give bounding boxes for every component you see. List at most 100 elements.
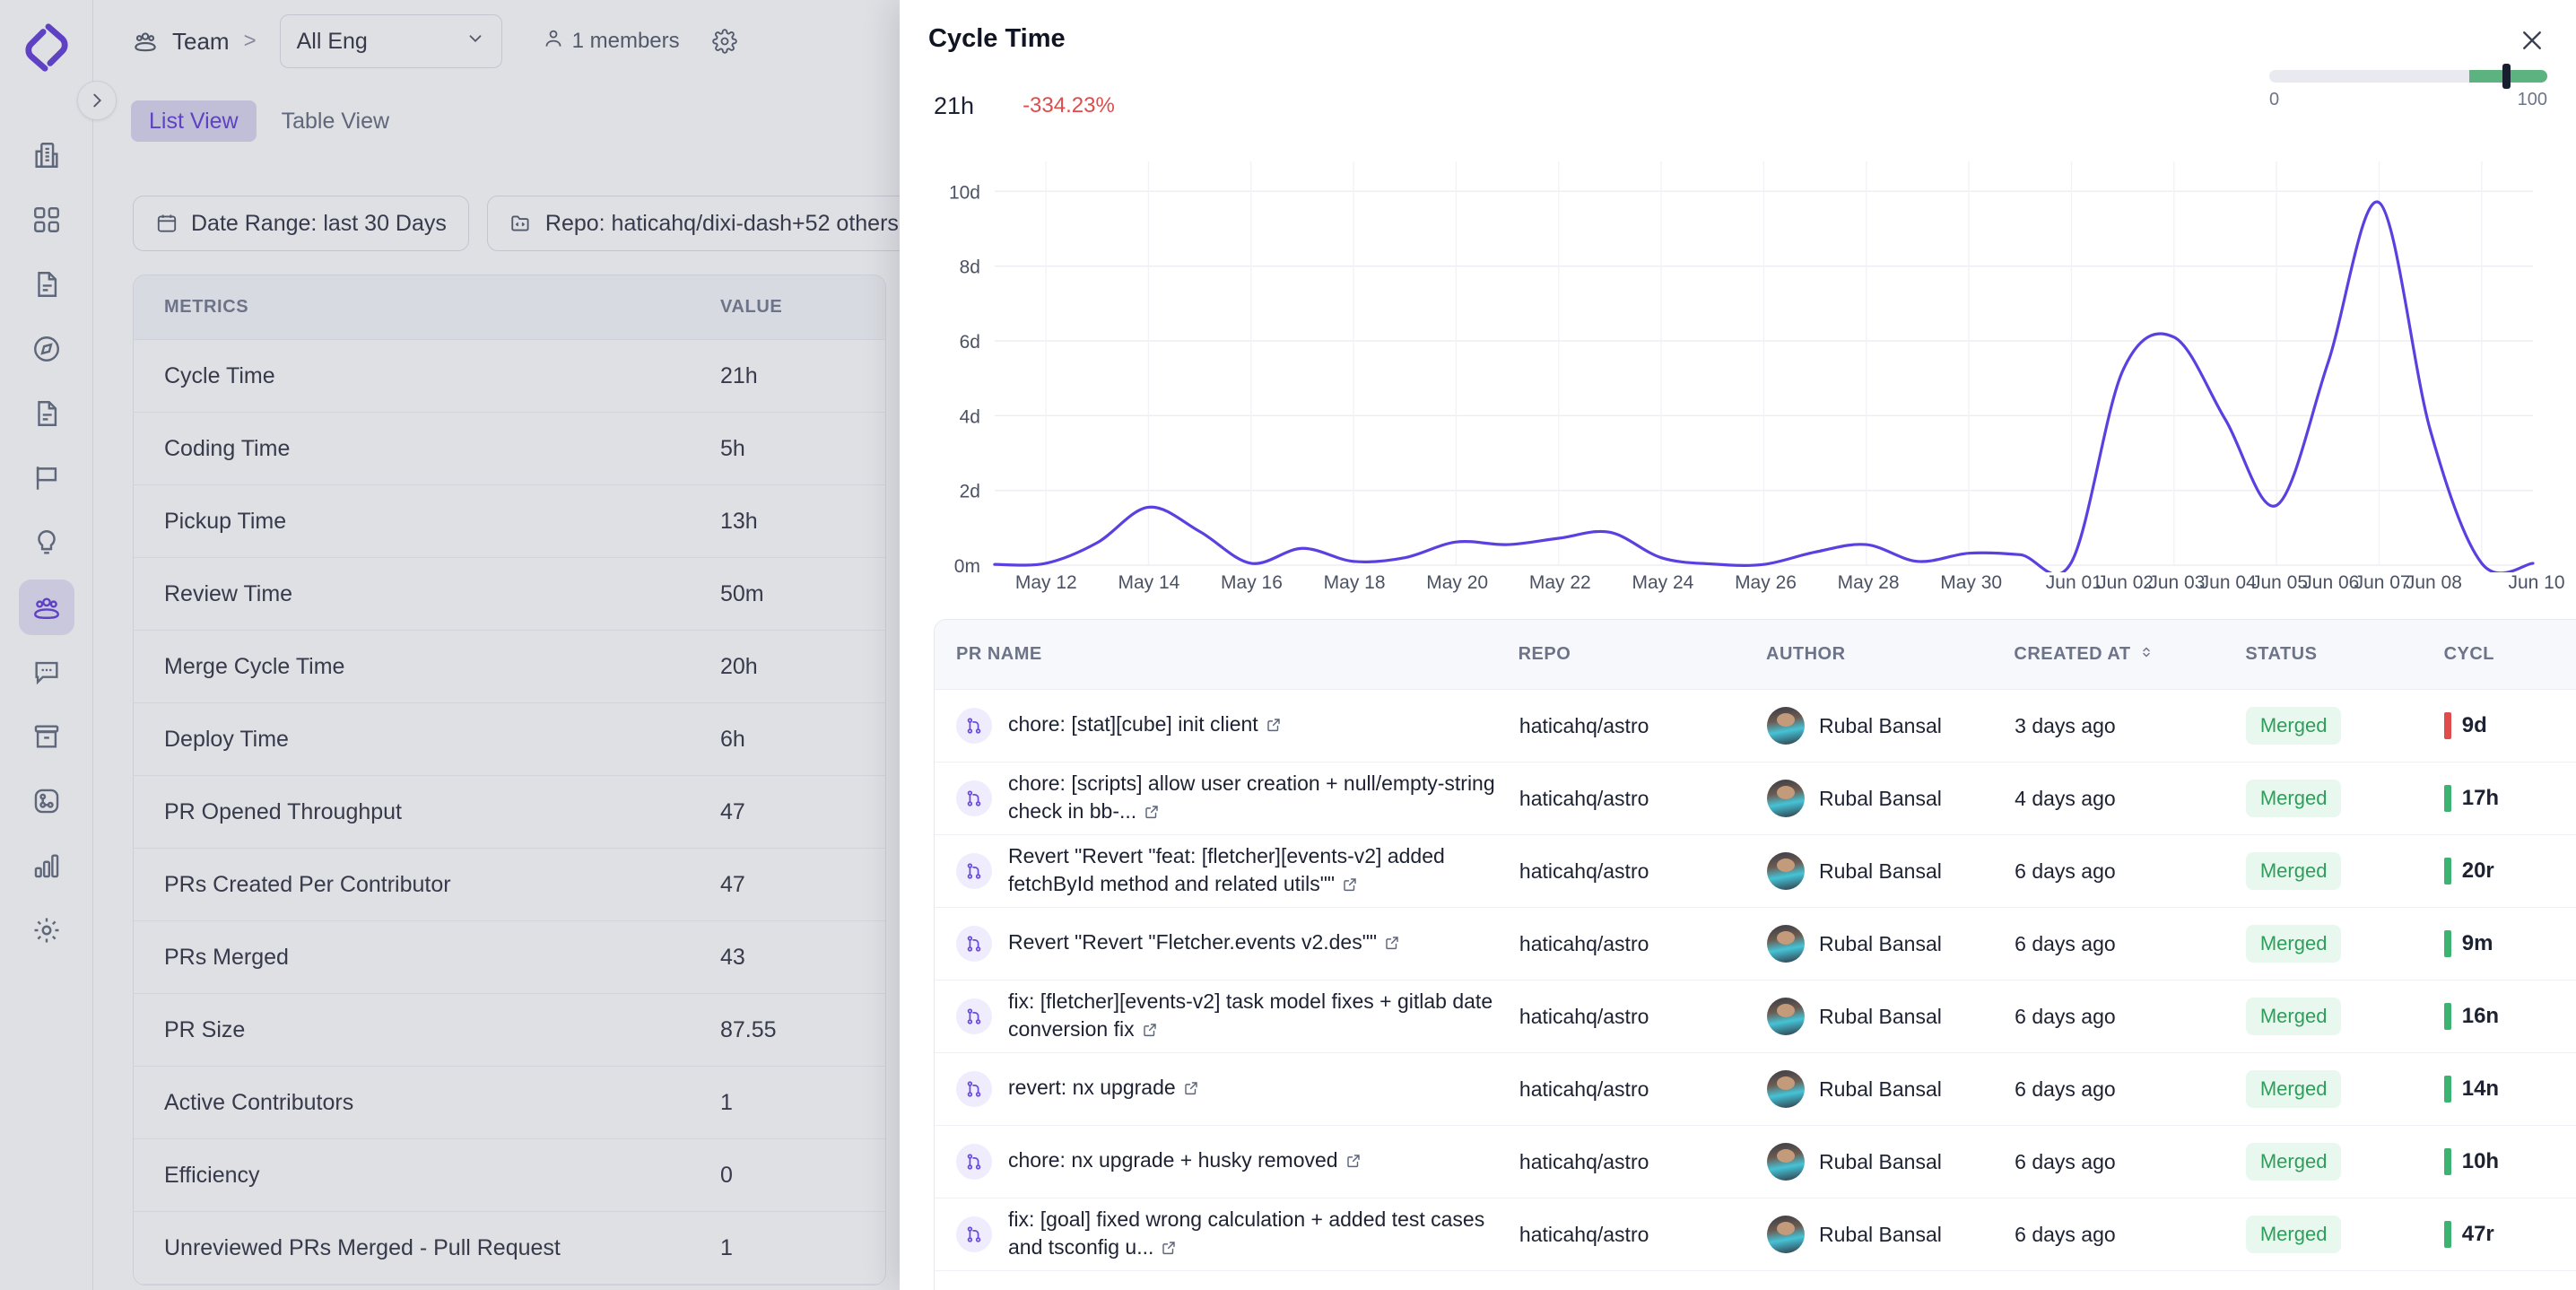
pr-created-at: 6 days ago — [2015, 931, 2116, 955]
pr-title[interactable]: chore: nx upgrade + husky removed — [1008, 1146, 1362, 1176]
sidebar-item-integrations[interactable] — [19, 773, 74, 829]
chart-x-tick-label: May 28 — [1837, 572, 1900, 593]
external-link-icon[interactable] — [1144, 799, 1160, 827]
sidebar-item-archive[interactable] — [19, 709, 74, 764]
chart-x-tick-label: May 24 — [1632, 572, 1694, 593]
metric-row[interactable]: Pickup Time 13h — [134, 485, 885, 558]
pr-title[interactable]: revert: nx upgrade — [1008, 1074, 1199, 1103]
team-selector[interactable]: All Eng — [279, 14, 502, 68]
sidebar-icon-list — [18, 127, 74, 967]
pr-title[interactable]: Revert "Revert "feat: [fletcher][events-… — [1008, 842, 1496, 900]
pr-table-row[interactable]: fix: [fletcher][events-v2] task model fi… — [935, 981, 2576, 1053]
cycle-time-indicator-bar — [2443, 1148, 2451, 1175]
pr-author-name: Rubal Bansal — [1819, 713, 1942, 737]
sidebar-item-compass[interactable] — [19, 321, 74, 377]
metric-name: Coding Time — [164, 435, 291, 461]
metric-row[interactable]: PRs Created Per Contributor 47 — [134, 849, 885, 921]
chart-x-tick-label: Jun 05 — [2250, 572, 2309, 593]
sidebar-item-settings[interactable] — [19, 902, 74, 958]
sidebar-item-chat[interactable] — [19, 644, 74, 700]
sidebar-item-building[interactable] — [19, 127, 74, 183]
tab-list-view[interactable]: List View — [131, 100, 257, 142]
pr-table-row[interactable]: Revert "Revert "feat: [fletcher][events-… — [935, 835, 2576, 908]
pr-table-row[interactable]: chore: [stat][cube] init client haticahq/… — [935, 690, 2576, 763]
sidebar-item-insights[interactable] — [19, 515, 74, 571]
status-badge: Merged — [2245, 780, 2342, 817]
pr-table-row[interactable]: chore: nx upgrade + husky removed haticah… — [935, 1126, 2576, 1198]
pr-header-created[interactable]: CREATED AT — [2014, 644, 2245, 666]
sidebar-collapse-toggle[interactable] — [77, 81, 117, 120]
sidebar-item-document[interactable] — [19, 257, 74, 312]
metric-row[interactable]: Coding Time 5h — [134, 413, 885, 485]
sidebar-item-flag[interactable] — [19, 450, 74, 506]
date-range-filter[interactable]: Date Range: last 30 Days — [133, 196, 469, 251]
pr-created-at: 4 days ago — [2015, 786, 2116, 810]
cycle-time-detail-panel: Cycle Time 21h -334.23% 0 100 0m 2d 4d 6d 8d… — [900, 0, 2576, 1290]
metric-row[interactable]: Deploy Time 6h — [134, 703, 885, 776]
external-link-icon[interactable] — [1342, 872, 1358, 900]
view-tabs: List View Table View — [131, 100, 407, 142]
pr-header-status: STATUS — [2245, 644, 2318, 664]
members-count[interactable]: 1 members — [542, 27, 680, 57]
pr-title[interactable]: chore: [stat][cube] init client — [1008, 710, 1282, 740]
middleware-logo[interactable] — [19, 20, 74, 75]
pr-name-cell: fix: [goal] fixed wrong calculation + ad… — [956, 1206, 1519, 1263]
pr-cycle-time-cell: 9m — [2443, 930, 2576, 957]
slider-track[interactable] — [2269, 64, 2547, 89]
pr-title[interactable]: Revert "Revert "Fletcher.events v2.des"" — [1008, 928, 1400, 958]
pr-title[interactable]: fix: [fletcher][events-v2] task model fi… — [1008, 988, 1496, 1045]
metric-row[interactable]: PR Opened Throughput 47 — [134, 776, 885, 849]
metric-row[interactable]: Review Time 50m — [134, 558, 885, 631]
external-link-icon[interactable] — [1266, 712, 1282, 740]
pr-header-name: PR NAME — [956, 644, 1042, 664]
breadcrumb-team[interactable]: Team — [172, 28, 230, 56]
metric-row[interactable]: Cycle Time 21h — [134, 340, 885, 413]
sidebar-item-team[interactable] — [18, 580, 74, 635]
tab-table-view[interactable]: Table View — [264, 100, 407, 142]
pr-name-cell: fix: [fletcher][events-v2] task model fi… — [956, 988, 1519, 1045]
repo-filter[interactable]: Repo: haticahq/dixi-dash+52 others — [486, 196, 921, 251]
external-link-icon[interactable] — [1345, 1148, 1362, 1176]
external-link-icon[interactable] — [1183, 1076, 1199, 1103]
pr-cycle-time-value: 14n — [2461, 1076, 2500, 1101]
gear-icon[interactable] — [711, 29, 737, 54]
metric-row[interactable]: Efficiency 0 — [134, 1139, 885, 1212]
date-range-filter-label: Date Range: last 30 Days — [191, 210, 447, 236]
metric-name: PR Opened Throughput — [164, 798, 403, 824]
pr-table-row[interactable]: Revert "Revert "Fletcher.events v2.des""… — [935, 908, 2576, 981]
panel-title: Cycle Time — [928, 23, 1066, 53]
sidebar-rail — [0, 0, 93, 1290]
metric-row[interactable]: PR Size 87.55 — [134, 994, 885, 1067]
pull-request-table: PR NAME REPO AUTHOR CREATED AT STATUS CY… — [934, 619, 2576, 1290]
pr-name-cell: Revert "Revert "Fletcher.events v2.des"" — [956, 926, 1519, 962]
external-link-icon[interactable] — [1142, 1017, 1158, 1045]
metric-value: 21h — [720, 362, 758, 388]
pr-table-row[interactable]: chore: [scripts] allow user creation + n… — [935, 763, 2576, 835]
external-link-icon[interactable] — [1384, 930, 1400, 958]
pr-cycle-time-value: 47r — [2461, 1222, 2494, 1246]
metric-name: PR Size — [164, 1016, 246, 1042]
metric-row[interactable]: Unreviewed PRs Merged - Pull Request 1 — [134, 1212, 885, 1285]
close-icon[interactable] — [2515, 23, 2549, 57]
chart-x-tick-label: May 26 — [1735, 572, 1797, 593]
breadcrumb-separator: > — [243, 29, 257, 53]
kpi-value: 21h — [934, 92, 975, 119]
percentile-slider[interactable]: 0 100 — [2269, 64, 2547, 110]
metric-row[interactable]: PRs Merged 43 — [134, 921, 885, 994]
pr-table-row[interactable]: revert: nx upgrade haticahq/astro Rubal Ba… — [935, 1053, 2576, 1126]
pr-table-row[interactable]: fix: [goal] fixed wrong calculation + ad… — [935, 1198, 2576, 1271]
external-link-icon[interactable] — [1161, 1235, 1177, 1263]
metric-value: 0 — [720, 1162, 733, 1188]
pr-title[interactable]: fix: [goal] fixed wrong calculation + ad… — [1008, 1206, 1496, 1263]
metric-row[interactable]: Merge Cycle Time 20h — [134, 631, 885, 703]
slider-thumb[interactable] — [2502, 64, 2511, 89]
sidebar-item-report[interactable] — [19, 386, 74, 441]
pr-name-cell: chore: nx upgrade + husky removed — [956, 1144, 1519, 1180]
sidebar-item-apps[interactable] — [19, 192, 74, 248]
sidebar-item-analytics[interactable] — [19, 838, 74, 893]
sort-updown-icon[interactable] — [2138, 644, 2154, 666]
pr-title[interactable]: chore: [scripts] allow user creation + n… — [1008, 770, 1496, 827]
metric-row[interactable]: Active Contributors 1 — [134, 1067, 885, 1139]
pr-cycle-time-value: 9d — [2461, 713, 2487, 737]
chart-x-tick-label: Jun 07 — [2354, 572, 2411, 593]
